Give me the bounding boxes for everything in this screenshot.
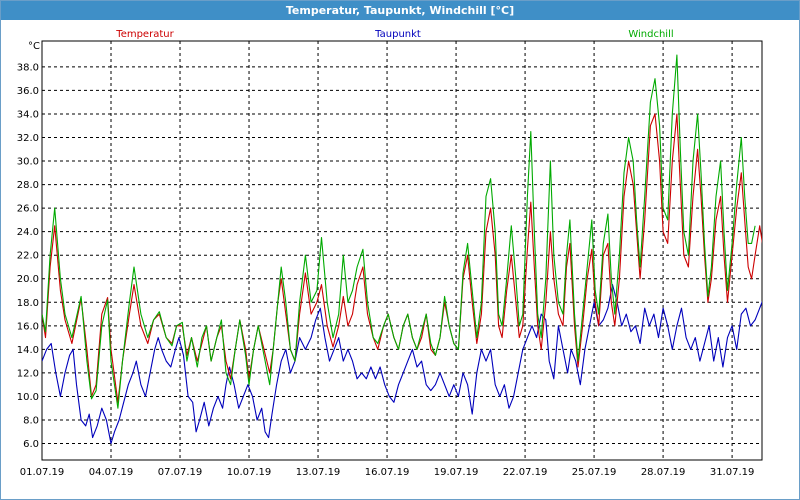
y-tick-label: 12.0 [17, 368, 39, 379]
x-tick-label: 01.07.19 [20, 467, 65, 478]
y-tick-label: 10.0 [17, 392, 39, 403]
y-tick-label: 8.0 [23, 415, 39, 426]
legend-windchill: Windchill [628, 29, 673, 40]
y-tick-label: 24.0 [17, 227, 39, 238]
y-tick-label: 38.0 [17, 62, 39, 73]
line-chart: 6.0 8.0 10.0 12.0 14.0 16.0 18.0 20.0 22.0 24.0 26… [17, 29, 763, 478]
y-tick-label: 30.0 [17, 157, 39, 168]
x-tick-label: 22.07.19 [503, 467, 548, 478]
y-tick-label: 36.0 [17, 86, 39, 97]
x-tick-label: 19.07.19 [434, 467, 479, 478]
x-tick-label: 16.07.19 [365, 467, 410, 478]
y-axis-unit: °C [28, 41, 40, 52]
x-tick-label: 25.07.19 [572, 467, 617, 478]
y-tick-label: 28.0 [17, 180, 39, 191]
y-tick-label: 22.0 [17, 251, 39, 262]
x-tick-label: 07.07.19 [158, 467, 203, 478]
y-tick-label: 18.0 [17, 298, 39, 309]
y-tick-label: 32.0 [17, 133, 39, 144]
x-tick-label: 04.07.19 [89, 467, 134, 478]
x-tick-label: 31.07.19 [710, 467, 755, 478]
y-tick-label: 26.0 [17, 204, 39, 215]
y-tick-label: 34.0 [17, 109, 39, 120]
x-tick-label: 10.07.19 [227, 467, 272, 478]
window-title: Temperatur, Taupunkt, Windchill [°C] [1, 1, 799, 20]
legend-taupunkt: Taupunkt [374, 29, 421, 40]
plot-frame [41, 40, 763, 461]
x-tick-label: 28.07.19 [641, 467, 686, 478]
legend-temperatur: Temperatur [115, 29, 174, 40]
y-tick-label: 14.0 [17, 345, 39, 356]
y-tick-label: 16.0 [17, 321, 39, 332]
chart-window: Temperatur, Taupunkt, Windchill [°C] 6.0… [0, 0, 800, 500]
series-line-temperatur [42, 113, 762, 403]
y-tick-label: 6.0 [23, 439, 39, 450]
y-tick-label: 20.0 [17, 274, 39, 285]
x-tick-label: 13.07.19 [296, 467, 341, 478]
